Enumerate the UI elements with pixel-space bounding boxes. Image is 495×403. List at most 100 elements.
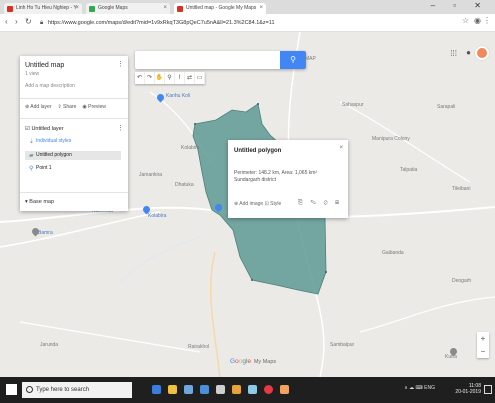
windows-start-icon[interactable] xyxy=(6,384,17,395)
close-icon[interactable]: × xyxy=(339,145,343,151)
zoom-control: + − xyxy=(477,332,489,358)
browser-tab-2[interactable]: Google Maps × xyxy=(86,3,170,14)
map-title[interactable]: Untitled map xyxy=(25,62,64,69)
place-label: Deogarh xyxy=(452,278,472,284)
place-label: Jarunda xyxy=(40,342,59,348)
back-icon[interactable]: ‹ xyxy=(5,17,8,26)
description-line: Perimeter: 148.2 km, Area: 1,065 km² xyxy=(234,170,318,176)
place-label: Sahaspur xyxy=(342,102,364,108)
notifications-icon[interactable] xyxy=(484,385,492,394)
windows-taskbar: Type here to search ∧ ☁ ⌨ ENG 11:08 20-0… xyxy=(0,377,495,403)
close-icon[interactable]: × xyxy=(163,5,167,11)
tab-favicon xyxy=(177,6,183,12)
zoom-in-button[interactable]: + xyxy=(477,332,489,345)
road xyxy=(0,211,161,248)
window-controls[interactable]: – ▫ ✕ xyxy=(431,1,489,10)
browser-tab-1[interactable]: Linh Ho Tu Hieu Nghiep - Y × xyxy=(4,3,82,14)
place-label: Jamankira xyxy=(139,172,163,178)
forward-icon[interactable]: › xyxy=(15,17,18,26)
store-icon[interactable] xyxy=(184,385,193,394)
settings-icon[interactable] xyxy=(248,385,257,394)
media-icon[interactable] xyxy=(232,385,241,394)
marker-icon: ⚲ xyxy=(29,166,34,172)
draw-line-icon[interactable]: ⌇ xyxy=(175,72,185,84)
redo-icon[interactable]: ↷ xyxy=(145,72,155,84)
lock-icon: 🔒︎ xyxy=(40,20,44,26)
browser-menu-icon[interactable]: ⋮ xyxy=(483,16,491,25)
highway xyxy=(209,251,221,377)
notifications-icon[interactable]: ● xyxy=(466,48,471,57)
share-button[interactable]: ⇪ Share xyxy=(57,104,76,110)
edge-icon[interactable] xyxy=(152,385,161,394)
divider xyxy=(20,98,128,99)
vertex-marker[interactable] xyxy=(251,279,253,281)
tab-favicon xyxy=(89,6,95,12)
clock[interactable]: 11:08 20-01-2019 xyxy=(455,383,481,395)
feature-title: Untitled polygon xyxy=(234,148,282,154)
add-marker-icon[interactable]: ⚲ xyxy=(165,72,175,84)
vertex-marker[interactable] xyxy=(194,123,196,125)
measure-icon[interactable]: ▭ xyxy=(195,72,205,84)
layer-style-item[interactable]: ⇣ Individual styles xyxy=(28,137,71,146)
style-icon: ⇣ xyxy=(29,139,35,145)
url-field[interactable]: 🔒︎ https://www.google.com/maps/d/edit?mi… xyxy=(40,17,432,29)
mail-icon[interactable] xyxy=(200,385,209,394)
layer-item-label: Individual styles xyxy=(36,138,72,144)
reload-icon[interactable]: ↻ xyxy=(25,17,32,26)
tab-label: Untitled map - Google My Maps xyxy=(186,5,257,11)
preview-button[interactable]: ◉ Preview xyxy=(82,104,106,110)
description-line: Sundargarh district xyxy=(234,177,276,183)
feature-actions[interactable]: ⊕ Add image ⊡ Style xyxy=(234,201,281,207)
search-button[interactable]: ⚲ xyxy=(280,51,306,69)
feature-edit-icons[interactable]: ⎘ ✎ ⊘ ⊞ xyxy=(298,200,342,207)
map-options-icon[interactable]: ⋮ xyxy=(117,61,124,68)
layer-title[interactable]: ☑ Untitled layer xyxy=(25,126,64,132)
logo-suffix: My Maps xyxy=(253,359,277,365)
place-label: Kanhu Koli xyxy=(166,93,191,99)
map-views: 1 view xyxy=(25,71,40,77)
extension-icon[interactable]: ◉ xyxy=(474,16,481,25)
star-icon[interactable]: ☆ xyxy=(462,16,469,25)
close-icon[interactable]: × xyxy=(259,5,263,11)
place-label: Bamra xyxy=(38,230,53,236)
place-label: MAP xyxy=(305,56,316,62)
app-icon[interactable] xyxy=(280,385,289,394)
place-label: Dhatuka xyxy=(175,182,194,188)
undo-icon[interactable]: ↶ xyxy=(135,72,145,84)
zoom-out-button[interactable]: − xyxy=(477,345,489,358)
feature-info-card: Untitled polygon × Perimeter: 148.2 km, … xyxy=(228,140,348,218)
layer-point-item[interactable]: ⚲ Point 1 xyxy=(28,164,52,173)
browser-tab-3[interactable]: Untitled map - Google My Maps × xyxy=(174,3,266,14)
logo-letter: e xyxy=(247,358,252,365)
address-bar: ‹ › ↻ 🔒︎ https://www.google.com/maps/d/e… xyxy=(0,14,495,32)
add-layer-button[interactable]: ⊕ Add layer xyxy=(25,104,51,110)
layer-item-label: Untitled polygon xyxy=(36,152,72,158)
search-input[interactable] xyxy=(135,54,275,72)
avatar[interactable] xyxy=(475,46,489,60)
layer-polygon-item[interactable]: ▰ Untitled polygon xyxy=(25,151,121,160)
vertex-marker[interactable] xyxy=(325,271,327,273)
map-description[interactable]: Add a map description xyxy=(25,83,75,89)
road xyxy=(359,296,495,333)
layer-options-icon[interactable]: ⋮ xyxy=(117,125,124,132)
browser-tab-bar: Linh Ho Tu Hieu Nghiep - Y × Google Maps… xyxy=(0,0,495,14)
directions-icon[interactable]: ⇄ xyxy=(185,72,195,84)
place-label: Talpatia xyxy=(400,167,418,173)
place-label: Sambalpur xyxy=(330,342,355,348)
taskbar-search[interactable]: Type here to search xyxy=(22,382,132,398)
url-text: https://www.google.com/maps/d/edit?mid=1… xyxy=(48,20,275,26)
apps-grid-icon[interactable]: ⁞⁞⁞ xyxy=(450,49,457,58)
feature-description: Perimeter: 148.2 km, Area: 1,065 km² Sun… xyxy=(234,170,324,184)
photos-icon[interactable] xyxy=(216,385,225,394)
close-icon[interactable]: × xyxy=(75,5,79,11)
file-explorer-icon[interactable] xyxy=(168,385,177,394)
layer-item-label: Point 1 xyxy=(36,165,52,171)
system-tray[interactable]: ∧ ☁ ⌨ ENG xyxy=(404,385,435,391)
divider xyxy=(20,192,128,193)
base-map-toggle[interactable]: ▾ Base map xyxy=(25,199,54,205)
vertex-marker[interactable] xyxy=(257,103,259,105)
hand-tool-icon[interactable]: ✋ xyxy=(155,72,165,84)
map-toolbar: ↶ ↷ ✋ ⚲ ⌇ ⇄ ▭ xyxy=(135,72,205,84)
tab-label: Google Maps xyxy=(98,5,128,11)
opera-icon[interactable] xyxy=(264,385,273,394)
